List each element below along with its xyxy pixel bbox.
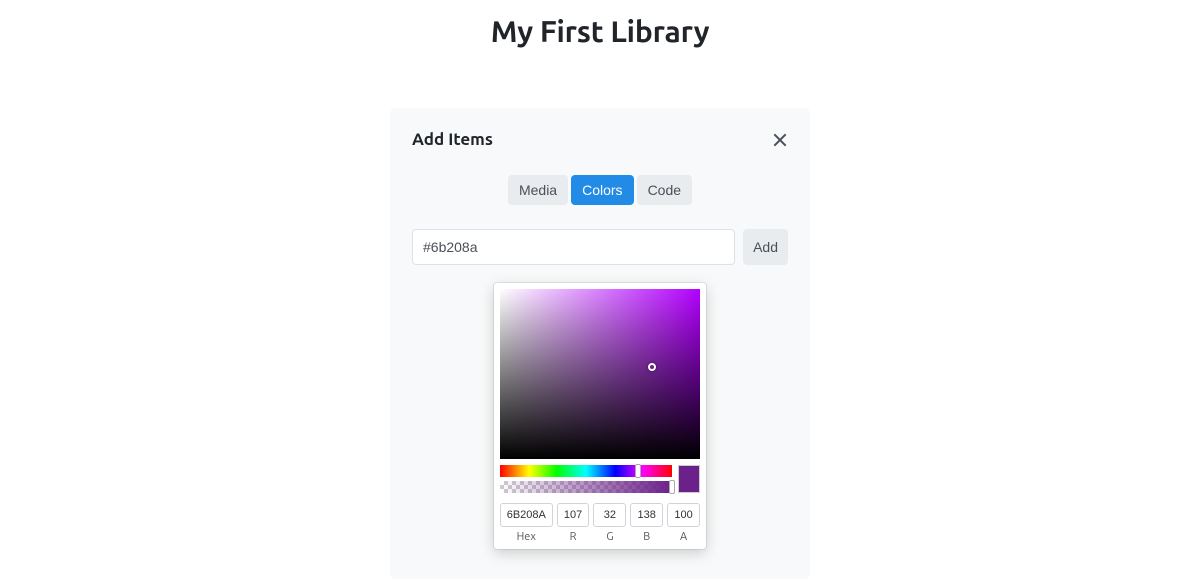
tab-code[interactable]: Code <box>637 175 692 205</box>
saturation-area[interactable] <box>500 289 700 459</box>
field-hex: Hex <box>500 503 553 543</box>
color-hex-input[interactable] <box>412 229 735 265</box>
r-field-label: R <box>557 531 590 543</box>
field-g: G <box>593 503 626 543</box>
tab-media[interactable]: Media <box>508 175 568 205</box>
saturation-cursor[interactable] <box>648 363 656 371</box>
a-field-label: A <box>667 531 700 543</box>
add-button[interactable]: Add <box>743 229 788 265</box>
field-r: R <box>557 503 590 543</box>
close-icon[interactable] <box>772 132 788 148</box>
field-b: B <box>630 503 663 543</box>
g-field-label: G <box>593 531 626 543</box>
r-field-input[interactable] <box>557 503 590 527</box>
color-picker: Hex R G B A <box>494 283 706 549</box>
a-field-input[interactable] <box>667 503 700 527</box>
page-title: My First Library <box>0 0 1200 48</box>
b-field-input[interactable] <box>630 503 663 527</box>
g-field-input[interactable] <box>593 503 626 527</box>
item-type-tabs: Media Colors Code <box>412 175 788 205</box>
picker-fields: Hex R G B A <box>500 503 700 543</box>
color-swatch <box>678 465 700 493</box>
picker-sliders <box>500 465 700 493</box>
tab-colors[interactable]: Colors <box>571 175 633 205</box>
modal-title: Add Items <box>412 130 493 149</box>
add-items-modal: Add Items Media Colors Code Add <box>390 108 810 579</box>
hex-field-input[interactable] <box>500 503 553 527</box>
slider-column <box>500 465 672 493</box>
alpha-slider[interactable] <box>500 481 672 493</box>
b-field-label: B <box>630 531 663 543</box>
alpha-gradient <box>500 481 672 493</box>
color-input-row: Add <box>412 229 788 265</box>
hue-slider[interactable] <box>500 465 672 477</box>
alpha-handle[interactable] <box>669 480 675 494</box>
modal-header: Add Items <box>412 130 788 149</box>
hue-handle[interactable] <box>635 464 641 478</box>
hex-field-label: Hex <box>500 531 553 543</box>
field-a: A <box>667 503 700 543</box>
